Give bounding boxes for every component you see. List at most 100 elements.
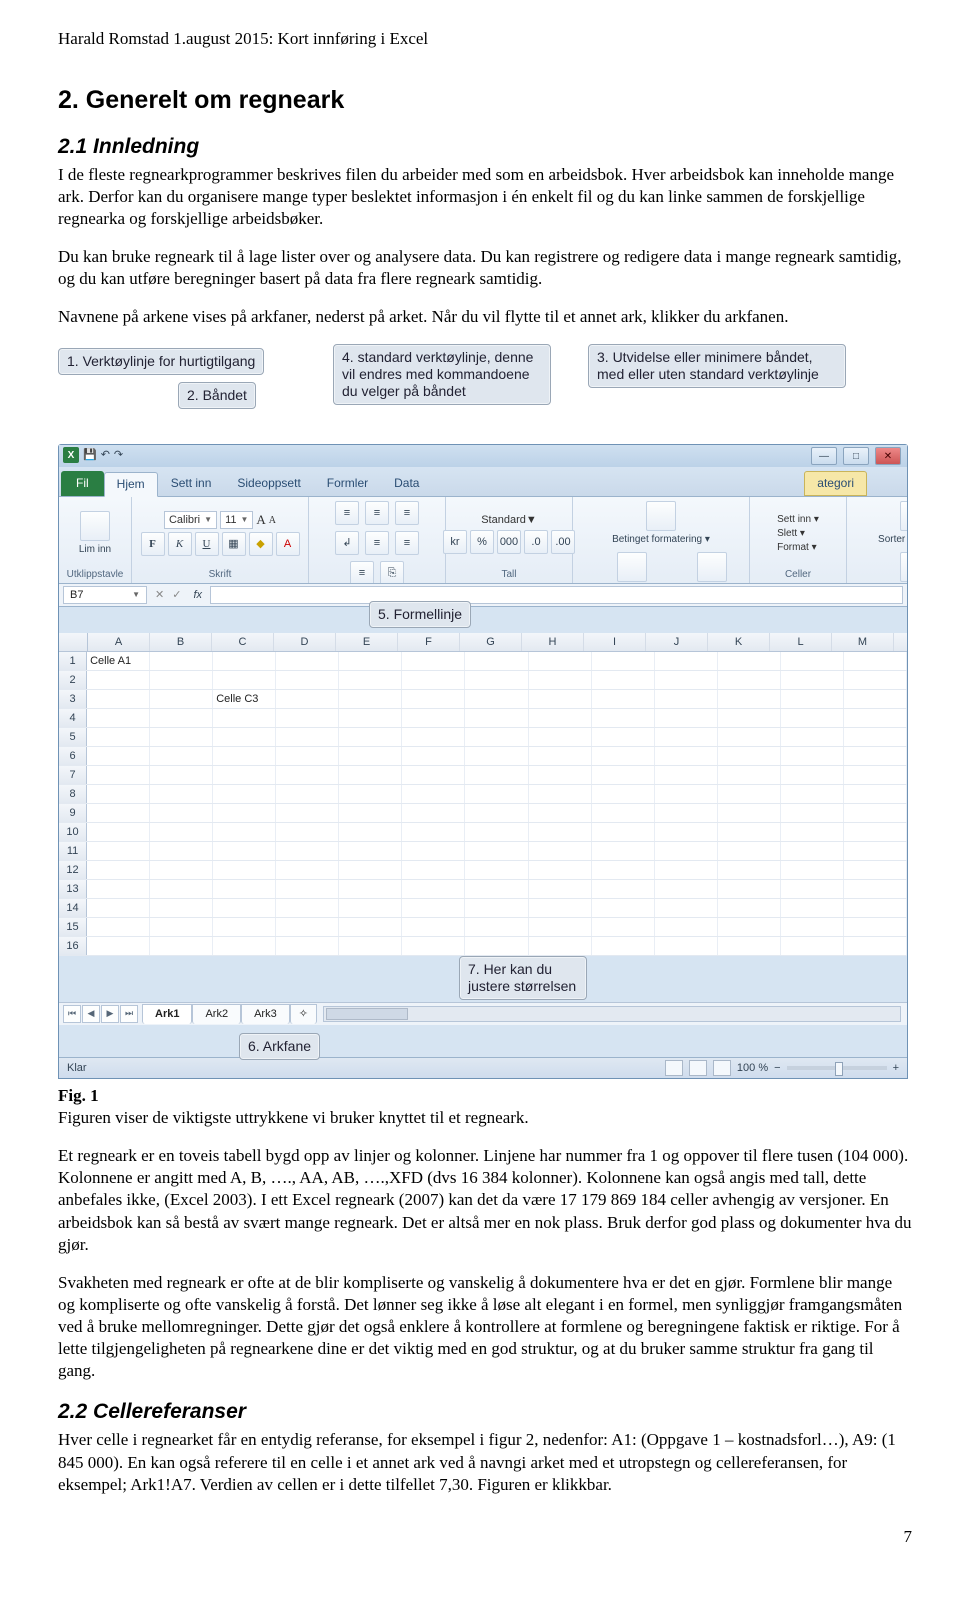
cell[interactable] — [402, 937, 465, 955]
cell[interactable] — [213, 937, 276, 955]
cell[interactable] — [150, 823, 213, 841]
zoom-in-button[interactable]: + — [893, 1061, 899, 1075]
cell[interactable] — [402, 861, 465, 879]
cell[interactable] — [402, 747, 465, 765]
align-center-button[interactable]: ≡ — [395, 531, 419, 555]
cell[interactable] — [150, 766, 213, 784]
cell[interactable] — [276, 747, 339, 765]
cell[interactable] — [655, 709, 718, 727]
shrink-font-icon[interactable]: A — [269, 514, 276, 527]
tab-data[interactable]: Data — [381, 471, 432, 496]
cell[interactable] — [465, 937, 528, 955]
thousands-button[interactable]: 000 — [497, 530, 521, 554]
cell[interactable] — [529, 937, 592, 955]
cell[interactable] — [592, 918, 655, 936]
align-left-button[interactable]: ≡ — [365, 531, 389, 555]
col-header[interactable]: F — [398, 633, 460, 651]
percent-button[interactable]: % — [470, 530, 494, 554]
col-header[interactable]: J — [646, 633, 708, 651]
cell[interactable] — [465, 880, 528, 898]
delete-cells-button[interactable]: Slett ▾ — [777, 527, 805, 540]
sheet-nav-first[interactable]: ⏮ — [63, 1005, 81, 1023]
cell[interactable] — [465, 918, 528, 936]
cell[interactable] — [844, 747, 907, 765]
cell[interactable] — [150, 861, 213, 879]
cell[interactable] — [844, 861, 907, 879]
cell[interactable] — [339, 861, 402, 879]
cell[interactable] — [844, 899, 907, 917]
close-button[interactable]: ✕ — [875, 447, 901, 465]
col-header[interactable]: A — [88, 633, 150, 651]
row-header[interactable]: 3 — [59, 690, 87, 708]
cell[interactable] — [276, 785, 339, 803]
cell[interactable] — [339, 747, 402, 765]
cell[interactable] — [339, 709, 402, 727]
minimize-button[interactable]: — — [811, 447, 837, 465]
cell[interactable] — [402, 652, 465, 670]
cell[interactable] — [718, 823, 781, 841]
row-header[interactable]: 6 — [59, 747, 87, 765]
cell[interactable] — [529, 766, 592, 784]
cell[interactable] — [655, 880, 718, 898]
cell[interactable] — [402, 804, 465, 822]
underline-button[interactable]: U — [195, 532, 219, 556]
cell[interactable] — [276, 652, 339, 670]
cell[interactable] — [781, 918, 844, 936]
cell[interactable] — [276, 937, 339, 955]
cell[interactable] — [465, 747, 528, 765]
align-mid-button[interactable]: ≡ — [365, 501, 389, 525]
cell[interactable] — [781, 709, 844, 727]
paste-button[interactable]: Lim inn — [79, 511, 111, 556]
cell[interactable] — [213, 785, 276, 803]
cell[interactable] — [339, 652, 402, 670]
cell[interactable] — [781, 804, 844, 822]
cell[interactable] — [529, 899, 592, 917]
cell[interactable]: Celle C3 — [213, 690, 276, 708]
sheet-tab[interactable]: Ark3 — [241, 1004, 290, 1023]
cell[interactable] — [213, 880, 276, 898]
cell[interactable] — [655, 899, 718, 917]
cell[interactable] — [529, 785, 592, 803]
qat-redo-icon[interactable]: ↷ — [114, 448, 123, 462]
cell[interactable] — [592, 880, 655, 898]
zoom-slider[interactable] — [787, 1066, 887, 1070]
cell[interactable] — [529, 709, 592, 727]
cell[interactable] — [529, 842, 592, 860]
cell[interactable] — [655, 842, 718, 860]
wrap-button[interactable]: ↲ — [335, 531, 359, 555]
cell[interactable] — [529, 861, 592, 879]
cell[interactable] — [529, 823, 592, 841]
cell[interactable] — [276, 842, 339, 860]
cell[interactable] — [339, 899, 402, 917]
cell[interactable] — [213, 766, 276, 784]
cell[interactable] — [276, 728, 339, 746]
cell[interactable] — [844, 823, 907, 841]
cell[interactable] — [150, 652, 213, 670]
cell[interactable] — [465, 652, 528, 670]
cell[interactable] — [150, 918, 213, 936]
dec-decimal-button[interactable]: .00 — [551, 530, 575, 554]
cell[interactable] — [213, 747, 276, 765]
col-header[interactable]: C — [212, 633, 274, 651]
cell[interactable] — [718, 880, 781, 898]
cell-styles-button[interactable]: Cellestiler ▾ — [687, 552, 739, 584]
cell[interactable] — [402, 918, 465, 936]
find-select-button[interactable]: Søk etter og merk ▾ — [871, 552, 907, 584]
cell[interactable] — [150, 804, 213, 822]
row-header[interactable]: 14 — [59, 899, 87, 917]
cell[interactable] — [844, 652, 907, 670]
cell[interactable] — [150, 785, 213, 803]
cell[interactable] — [276, 861, 339, 879]
cell[interactable] — [655, 690, 718, 708]
zoom-out-button[interactable]: − — [774, 1061, 780, 1075]
cell[interactable] — [465, 709, 528, 727]
cell[interactable] — [718, 937, 781, 955]
cell[interactable] — [592, 899, 655, 917]
cell[interactable] — [844, 804, 907, 822]
cell[interactable] — [87, 804, 150, 822]
row-header[interactable]: 16 — [59, 937, 87, 955]
grid-area[interactable]: A B C D E F G H I J K L M 1Celle A123Cel… — [59, 633, 907, 956]
cell[interactable] — [402, 728, 465, 746]
cell[interactable] — [339, 842, 402, 860]
cell[interactable] — [87, 766, 150, 784]
